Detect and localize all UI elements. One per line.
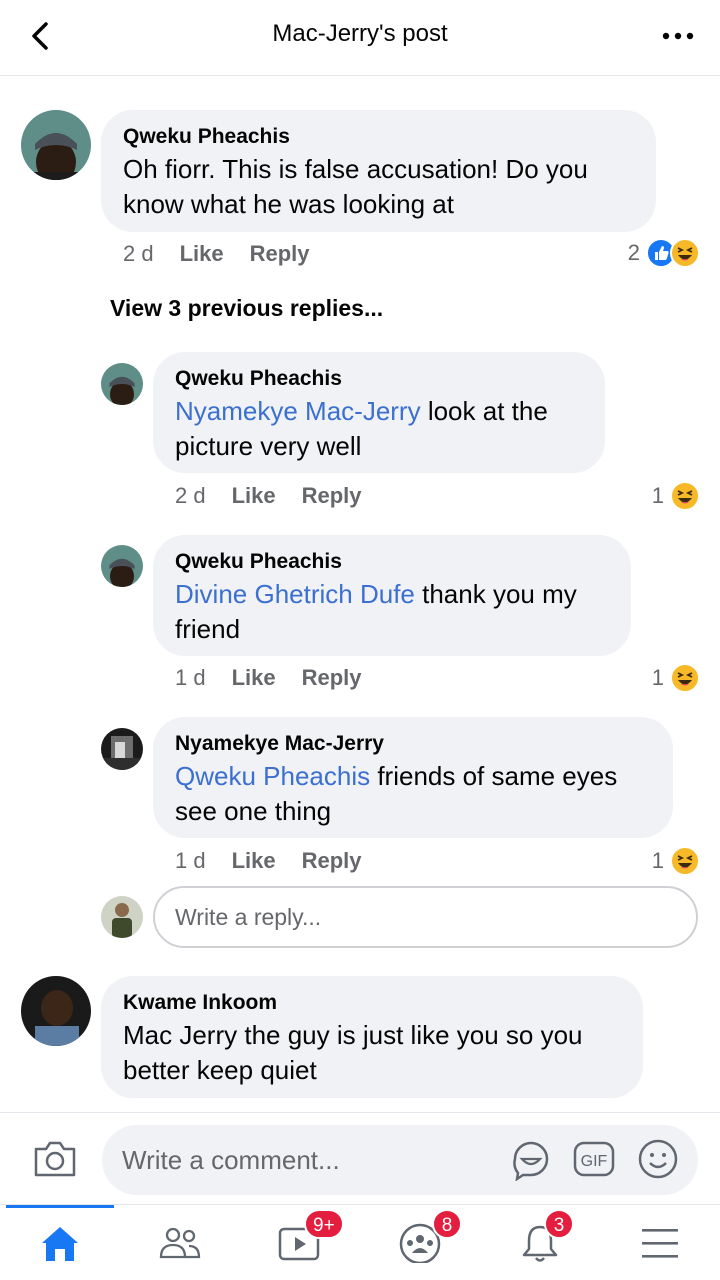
reply-button[interactable]: Reply <box>302 664 362 692</box>
reaction-count: 1 <box>651 483 664 508</box>
emoji-icon[interactable] <box>636 1137 680 1181</box>
gif-icon[interactable]: GIF <box>572 1137 616 1181</box>
reply-button[interactable]: Reply <box>302 482 362 510</box>
reaction-count: 2 <box>627 240 640 265</box>
sticker-icon[interactable] <box>509 1137 553 1181</box>
reaction-summary[interactable]: 1 <box>652 846 700 876</box>
tab-menu[interactable] <box>600 1205 720 1280</box>
view-previous-replies-link[interactable]: View 3 previous replies... <box>110 295 383 322</box>
mention-link[interactable]: Divine Ghetrich Dufe <box>175 579 415 609</box>
reply-bubble[interactable]: Nyamekye Mac-Jerry Qweku Pheachis friend… <box>153 717 673 838</box>
avatar[interactable] <box>21 110 91 180</box>
reply-actions: 1 d Like Reply <box>175 664 362 692</box>
reply-time: 1 d <box>175 848 206 873</box>
tab-groups[interactable]: 8 <box>360 1205 480 1280</box>
tab-watch[interactable]: 9+ <box>240 1205 360 1280</box>
home-icon <box>42 1227 78 1261</box>
reply-text: Divine Ghetrich Dufe thank you my friend <box>175 577 609 647</box>
reply-text: Qweku Pheachis friends of same eyes see … <box>175 759 651 829</box>
mention-link[interactable]: Nyamekye Mac-Jerry <box>175 396 421 426</box>
reply-input[interactable]: Write a reply... <box>153 886 698 948</box>
haha-reaction-icon <box>670 846 700 876</box>
reply-author[interactable]: Qweku Pheachis <box>175 549 609 575</box>
reaction-summary[interactable]: 1 <box>652 663 700 693</box>
reply-bubble[interactable]: Qweku Pheachis Divine Ghetrich Dufe than… <box>153 535 631 656</box>
comment-bubble[interactable]: Qweku Pheachis Oh fiorr. This is false a… <box>101 110 656 232</box>
comment-time: 2 d <box>123 241 154 266</box>
bottom-tab-bar: 9+ 8 3 <box>0 1204 720 1280</box>
current-user-avatar <box>101 896 143 938</box>
watch-badge: 9+ <box>304 1209 344 1239</box>
reaction-summary[interactable]: 2 <box>628 238 700 268</box>
menu-icon <box>642 1229 678 1258</box>
like-button[interactable]: Like <box>232 664 276 692</box>
friends-icon <box>159 1227 201 1259</box>
haha-reaction-icon <box>670 481 700 511</box>
haha-reaction-icon <box>670 663 700 693</box>
comment-author[interactable]: Kwame Inkoom <box>123 990 621 1016</box>
reply-actions: 1 d Like Reply <box>175 847 362 875</box>
reaction-summary[interactable]: 1 <box>652 481 700 511</box>
avatar[interactable] <box>101 363 143 405</box>
svg-text:GIF: GIF <box>581 1153 608 1170</box>
like-button[interactable]: Like <box>180 240 224 268</box>
like-button[interactable]: Like <box>232 482 276 510</box>
comment-text: Oh fiorr. This is false accusation! Do y… <box>123 154 588 219</box>
page-title: Mac-Jerry's post <box>272 20 448 47</box>
tab-home[interactable] <box>0 1205 120 1280</box>
groups-badge: 8 <box>432 1209 462 1239</box>
reply-button[interactable]: Reply <box>302 847 362 875</box>
like-button[interactable]: Like <box>232 847 276 875</box>
avatar[interactable] <box>101 728 143 770</box>
tab-friends[interactable] <box>120 1205 240 1280</box>
reply-text: Nyamekye Mac-Jerry look at the picture v… <box>175 394 583 464</box>
top-bar: Mac-Jerry's post <box>0 0 720 76</box>
notifications-badge: 3 <box>544 1209 574 1239</box>
comment-author[interactable]: Qweku Pheachis <box>123 124 634 150</box>
haha-reaction-icon <box>670 238 700 268</box>
mention-link[interactable]: Qweku Pheachis <box>175 761 370 791</box>
comment-text: Mac Jerry the guy is just like you so yo… <box>123 1020 583 1085</box>
reaction-count: 1 <box>651 848 664 873</box>
avatar[interactable] <box>101 545 143 587</box>
reply-author[interactable]: Qweku Pheachis <box>175 366 583 392</box>
comment-composer: Write a comment... GIF <box>0 1112 720 1204</box>
camera-icon[interactable] <box>32 1139 78 1179</box>
reply-button[interactable]: Reply <box>250 240 310 268</box>
reply-author[interactable]: Nyamekye Mac-Jerry <box>175 731 651 757</box>
reaction-count: 1 <box>651 665 664 690</box>
reply-time: 1 d <box>175 665 206 690</box>
comment-bubble[interactable]: Kwame Inkoom Mac Jerry the guy is just l… <box>101 976 643 1098</box>
more-options-icon[interactable] <box>660 26 696 46</box>
reply-bubble[interactable]: Qweku Pheachis Nyamekye Mac-Jerry look a… <box>153 352 605 473</box>
tab-notifications[interactable]: 3 <box>480 1205 600 1280</box>
reply-time: 2 d <box>175 483 206 508</box>
reply-actions: 2 d Like Reply <box>175 482 362 510</box>
comment-actions: 2 d Like Reply <box>123 240 310 268</box>
avatar[interactable] <box>21 976 91 1046</box>
